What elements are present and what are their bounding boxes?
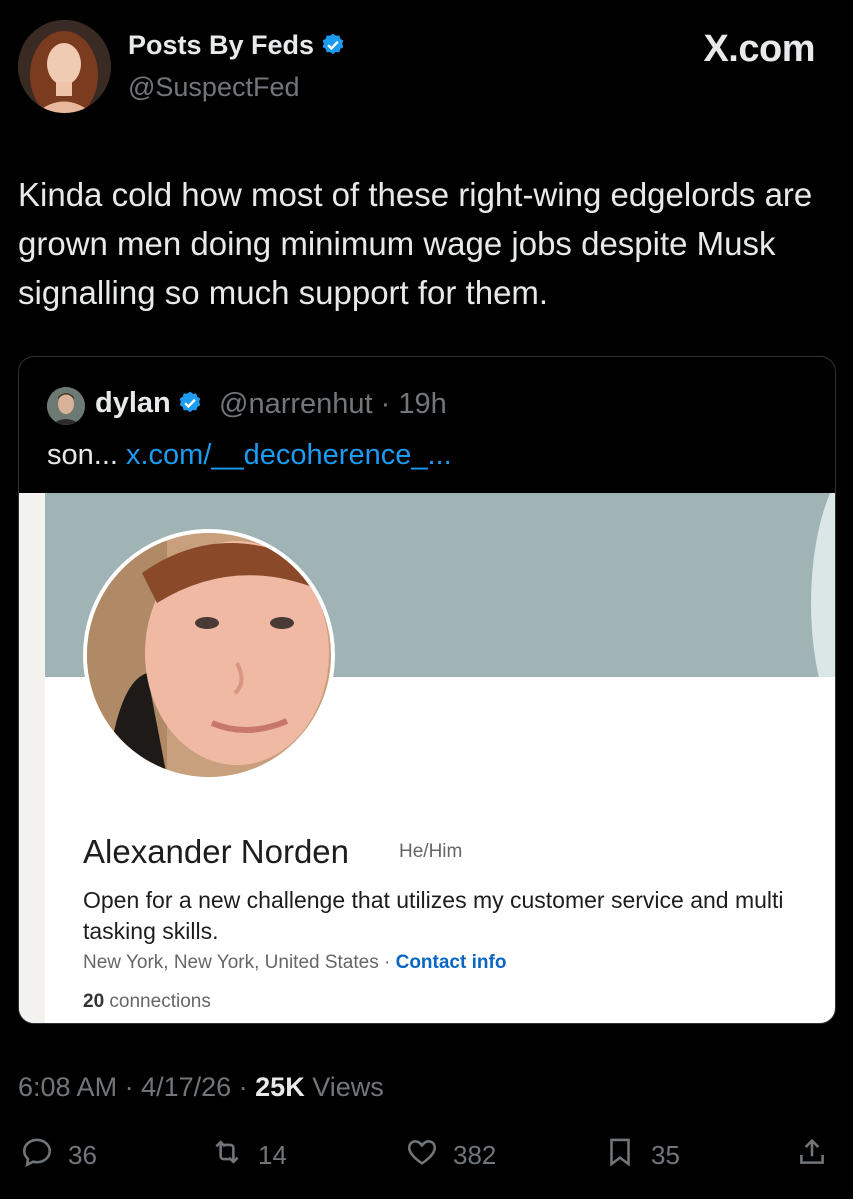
author-display-name[interactable]: Posts By Feds <box>128 30 346 65</box>
brand-logo: X.com <box>703 28 815 70</box>
quote-link[interactable]: x.com/__decoherence_... <box>126 439 452 471</box>
reply-icon <box>20 1135 68 1176</box>
tweet-time[interactable]: 6:08 AM <box>18 1072 117 1102</box>
reply-count: 36 <box>68 1140 97 1170</box>
linkedin-headline: Open for a new challenge that utilizes m… <box>83 887 784 944</box>
repost-count: 14 <box>258 1140 287 1170</box>
linkedin-location: New York, New York, United States <box>83 952 379 973</box>
author-name-text: Posts By Feds <box>128 30 315 60</box>
tweet-meta: 6:08 AM · 4/17/26 · 25K Views <box>18 1072 384 1103</box>
linkedin-screenshot: Alexander Norden He/Him Open for a new c… <box>19 493 835 1023</box>
connections-label: connections <box>109 991 211 1012</box>
banner-curve <box>811 493 835 677</box>
linkedin-sidebar-strip <box>19 493 45 1023</box>
tweet-text: Kinda cold how most of these right-wing … <box>18 176 813 311</box>
quote-author-handle-time: @narrenhut · 19h <box>219 388 447 420</box>
like-count: 382 <box>453 1140 497 1170</box>
verified-badge-icon <box>320 32 346 65</box>
meta-separator: · <box>231 1072 256 1102</box>
tweet-action-bar: 36 14 382 35 <box>0 1135 853 1185</box>
author-handle[interactable]: @SuspectFed <box>128 72 300 103</box>
repost-button[interactable]: 14 <box>210 1135 287 1176</box>
linkedin-connections: 20 connections <box>83 991 211 1013</box>
author-avatar[interactable] <box>18 20 111 113</box>
share-button[interactable] <box>795 1135 843 1176</box>
bookmark-button[interactable]: 35 <box>603 1135 680 1176</box>
quote-text: son... x.com/__decoherence_... <box>47 439 452 472</box>
quote-name-text: dylan <box>95 387 171 419</box>
quoted-tweet-card[interactable]: dylan @narrenhut · 19h son... x.com/__de… <box>18 356 836 1024</box>
linkedin-location-row: New York, New York, United States · Cont… <box>83 952 506 974</box>
linkedin-profile-photo <box>83 529 335 781</box>
linkedin-pronouns: He/Him <box>399 841 463 862</box>
verified-badge-icon <box>177 390 203 424</box>
connections-count: 20 <box>83 991 105 1012</box>
location-separator: · <box>378 952 396 973</box>
like-button[interactable]: 382 <box>405 1135 496 1176</box>
repost-icon <box>210 1135 258 1176</box>
linkedin-contact-info: Contact info <box>395 952 507 973</box>
quote-author-name[interactable]: dylan <box>95 387 203 424</box>
views-label: Views <box>312 1072 384 1102</box>
reply-button[interactable]: 36 <box>20 1135 97 1176</box>
tweet-date[interactable]: 4/17/26 <box>141 1072 231 1102</box>
quote-author-avatar[interactable] <box>47 387 85 425</box>
meta-separator: · <box>117 1072 142 1102</box>
views-count: 25K <box>255 1072 305 1102</box>
linkedin-name: Alexander Norden <box>83 833 349 870</box>
quote-text-prefix: son... <box>47 439 126 471</box>
bookmark-count: 35 <box>651 1140 680 1170</box>
bookmark-icon <box>603 1135 651 1176</box>
heart-icon <box>405 1135 453 1176</box>
share-icon <box>795 1135 843 1176</box>
